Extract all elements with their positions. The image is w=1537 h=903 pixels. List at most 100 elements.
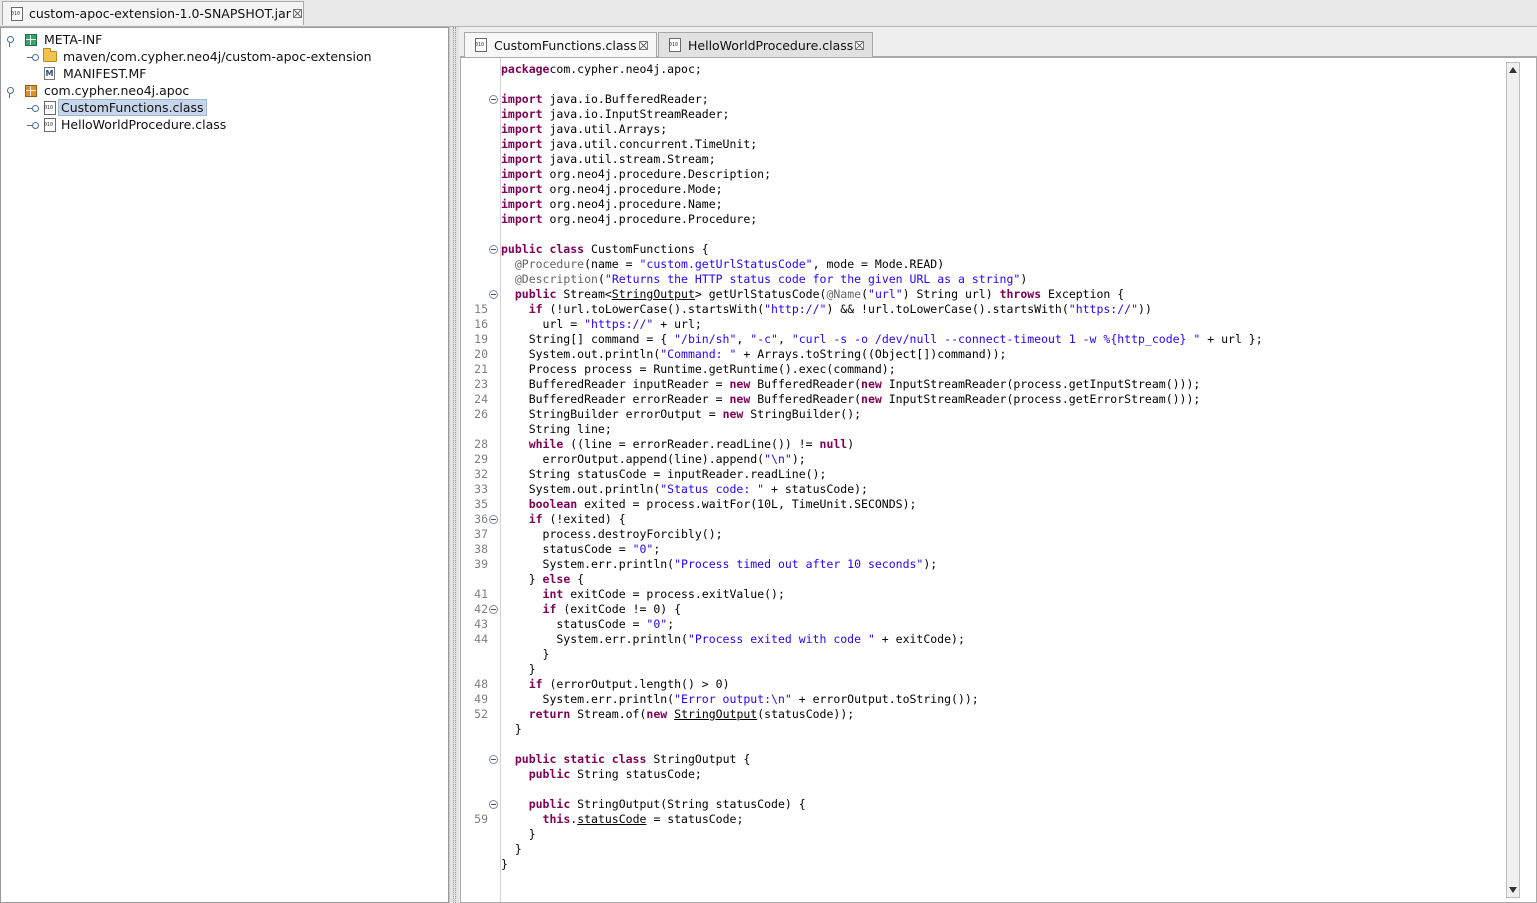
code-token: (exitCode != 0) {: [556, 602, 682, 616]
fold-toggle-icon[interactable]: [489, 605, 498, 614]
code-token: public class: [501, 242, 585, 256]
archive-tree-panel: META-INF maven/com.cypher.neo4j/custom-a…: [0, 27, 449, 903]
code-token: StringOutput: [611, 287, 695, 301]
code-line: import java.io.InputStreamReader;: [501, 107, 729, 122]
code-token: "url": [868, 287, 903, 301]
code-line: errorOutput.append(line).append("\n");: [501, 452, 806, 467]
code-token: = statusCode;: [646, 812, 744, 826]
code-token: BufferedReader(: [750, 392, 862, 406]
code-token: java.util.stream.Stream;: [542, 152, 716, 166]
line-number-gutter: 15 16 19 20 21 23 24 26 28 29 32 33 35 36 37 38 39 41 42 43…: [461, 58, 501, 902]
tree-node-label: MANIFEST.MF: [63, 66, 147, 81]
code-token: BufferedReader inputReader =: [501, 377, 730, 391]
code-token: org.neo4j.procedure.Mode;: [542, 182, 723, 196]
code-line: if (!url.toLowerCase().startsWith("http:…: [501, 302, 1152, 317]
code-editor[interactable]: 15 16 19 20 21 23 24 26 28 29 32 33 35 36 37 38 39 41 42 43…: [460, 57, 1537, 903]
code-token: new: [861, 377, 882, 391]
fold-toggle-icon[interactable]: [489, 515, 498, 524]
code-token: java.io.BufferedReader;: [542, 92, 709, 106]
code-line: @Procedure(name = "custom.getUrlStatusCo…: [501, 257, 944, 272]
code-token: exited = process.waitFor(10L, TimeUnit.S…: [577, 497, 917, 511]
tree-node-meta-inf[interactable]: META-INF: [25, 31, 102, 48]
archive-tab[interactable]: custom-apoc-extension-1.0-SNAPSHOT.jar: [2, 1, 304, 25]
code-token: process.destroyForcibly();: [501, 527, 723, 541]
vertical-scrollbar[interactable]: [1506, 62, 1520, 898]
package-icon: [25, 84, 37, 97]
code-token: + url };: [1200, 332, 1263, 346]
code-token: if: [528, 677, 543, 691]
code-token: (errorOutput.length() > 0): [542, 677, 730, 691]
code-token: (name =: [584, 257, 640, 271]
code-token: Exception {: [1041, 287, 1125, 301]
expand-toggle-icon[interactable]: [5, 86, 15, 98]
fold-toggle-icon[interactable]: [489, 800, 498, 809]
tree-node-maven-folder[interactable]: maven/com.cypher.neo4j/custom-apoc-exten…: [43, 48, 372, 65]
code-token: (statusCode));: [757, 707, 855, 721]
line-number: 15: [474, 302, 488, 316]
code-token: import: [501, 212, 543, 226]
code-token: );: [791, 452, 806, 466]
code-line: int exitCode = process.exitValue();: [501, 587, 785, 602]
fold-toggle-icon[interactable]: [489, 95, 498, 104]
expand-toggle-icon[interactable]: [5, 35, 15, 47]
fold-toggle-icon[interactable]: [489, 290, 498, 299]
code-token: public: [528, 767, 571, 781]
tab-hello-world-procedure[interactable]: HelloWorldProcedure.class: [658, 32, 873, 57]
close-icon[interactable]: [638, 40, 648, 50]
code-token: Stream<: [556, 287, 612, 301]
collapse-toggle-icon[interactable]: [27, 120, 39, 130]
collapse-toggle-icon[interactable]: [27, 52, 39, 62]
arrow-down-icon[interactable]: [1509, 887, 1517, 893]
code-line: System.out.println("Command: " + Arrays.…: [501, 347, 1007, 362]
code-token: import: [501, 107, 543, 121]
tree-node-label: maven/com.cypher.neo4j/custom-apoc-exten…: [63, 49, 372, 64]
line-number: 52: [474, 707, 488, 721]
line-number: 36: [474, 512, 488, 526]
code-token: System.out.println(: [501, 482, 661, 496]
code-token: );: [923, 557, 938, 571]
code-line: import org.neo4j.procedure.Procedure;: [501, 212, 757, 227]
code-token: "-c": [750, 332, 778, 346]
code-line: public class CustomFunctions {: [501, 242, 709, 257]
code-token: statusCode =: [501, 617, 647, 631]
code-token: @Description: [514, 272, 598, 286]
code-line: if (!exited) {: [501, 512, 626, 527]
panel-splitter[interactable]: [449, 27, 459, 903]
code-token: "0": [646, 617, 668, 631]
code-line: String statusCode = inputReader.readLine…: [501, 467, 827, 482]
code-token: else: [542, 572, 571, 586]
collapse-toggle-icon[interactable]: [27, 103, 39, 113]
tree-node-custom-functions[interactable]: CustomFunctions.class: [44, 99, 207, 116]
code-token: new: [729, 377, 751, 391]
code-token: if: [542, 602, 557, 616]
code-line: statusCode = "0";: [501, 617, 674, 632]
tab-label: HelloWorldProcedure.class: [688, 37, 854, 53]
close-icon[interactable]: [855, 40, 865, 50]
tree-node-label: com.cypher.neo4j.apoc: [44, 83, 190, 98]
tree-node-manifest[interactable]: M MANIFEST.MF: [44, 65, 147, 82]
line-number: 44: [474, 632, 488, 646]
fold-toggle-icon[interactable]: [489, 245, 498, 254]
code-area[interactable]: packagecom.cypher.neo4j.apoc; import java…: [501, 62, 1504, 902]
code-line: return Stream.of(new StringOutput(status…: [501, 707, 854, 722]
code-token: org.neo4j.procedure.Name;: [542, 197, 723, 211]
close-icon[interactable]: [292, 9, 302, 18]
code-line: System.err.println("Error output:\n" + e…: [501, 692, 979, 707]
line-number: 26: [474, 407, 488, 421]
line-number: 19: [474, 332, 488, 346]
fold-toggle-icon[interactable]: [489, 755, 498, 764]
line-number: 32: [474, 467, 488, 481]
code-token: null: [819, 437, 848, 451]
code-line: import java.util.Arrays;: [501, 122, 667, 137]
tree-node-hello-world[interactable]: HelloWorldProcedure.class: [44, 116, 226, 133]
tree-node-package[interactable]: com.cypher.neo4j.apoc: [25, 82, 189, 99]
tab-custom-functions[interactable]: CustomFunctions.class: [464, 32, 657, 57]
arrow-up-icon[interactable]: [1509, 67, 1517, 73]
class-file-icon: [11, 6, 23, 21]
code-token: if: [528, 512, 543, 526]
